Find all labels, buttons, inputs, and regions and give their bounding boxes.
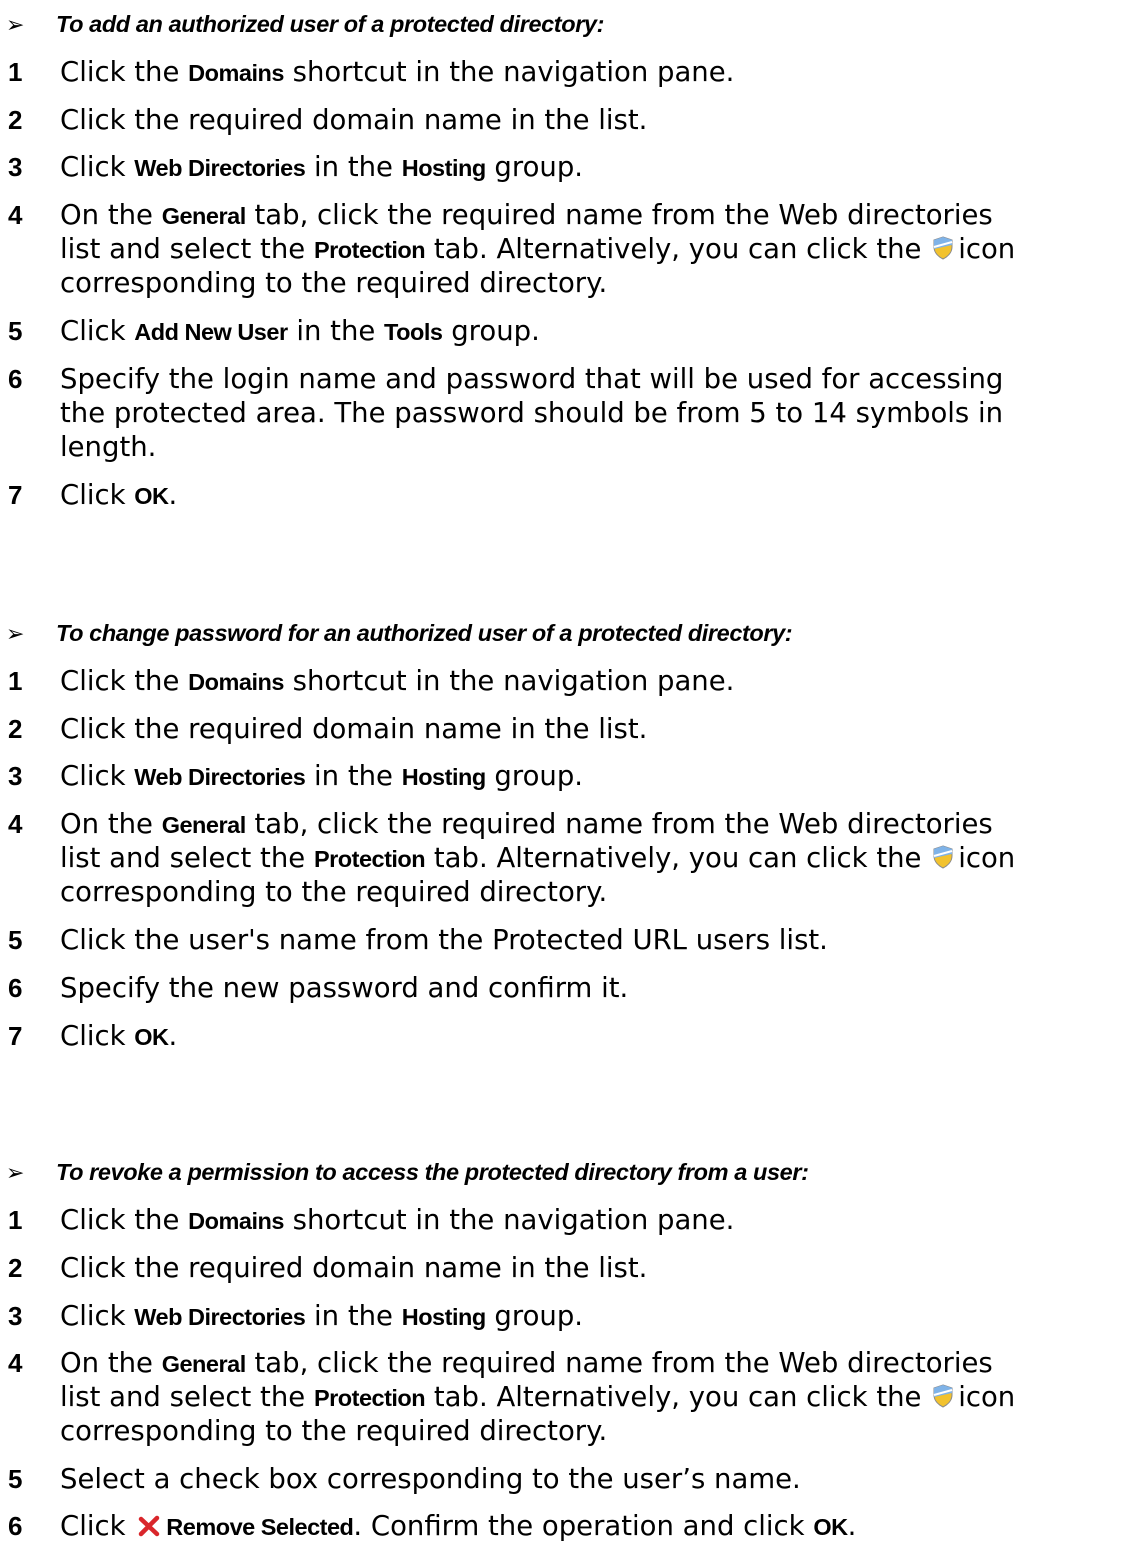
ui-term: General <box>161 812 247 838</box>
shield-icon <box>932 235 954 268</box>
step-text: Select a check box corresponding to the … <box>60 1463 801 1495</box>
ui-term: Protection <box>313 237 426 263</box>
step-text: corresponding to the required directory. <box>60 876 608 908</box>
step-text: On the General tab, click the required n… <box>60 1347 993 1379</box>
ui-term: Domains <box>188 60 284 86</box>
step-number: 7 <box>8 1021 23 1051</box>
ui-term: OK <box>134 483 169 509</box>
step-text: the protected area. The password should … <box>60 397 1004 429</box>
ui-term: Tools <box>384 319 443 345</box>
step-number: 6 <box>8 973 23 1003</box>
step-text: list and select the Protection tab. Alte… <box>60 233 1015 268</box>
step-number: 5 <box>8 1464 23 1494</box>
step-text: corresponding to the required directory. <box>60 267 608 299</box>
step-text: Specify the login name and password that… <box>60 363 1004 395</box>
step-text: Click Web Directories in the Hosting gro… <box>60 1300 584 1332</box>
step-number: 4 <box>8 809 23 839</box>
step-text: Click the user's name from the Protected… <box>60 924 828 956</box>
step-text: length. <box>60 431 157 463</box>
step-text: list and select the Protection tab. Alte… <box>60 842 1015 877</box>
shield-icon <box>932 844 954 877</box>
arrow-bullet-icon: ➢ <box>6 622 25 647</box>
ui-term: Hosting <box>401 1304 486 1330</box>
step-text: Click OK. <box>60 479 178 511</box>
step-text: Click the required domain name in the li… <box>60 1252 648 1284</box>
procedure-title: ➢ To add an authorized user of a protecte… <box>6 8 1140 42</box>
step-number: 7 <box>8 480 23 510</box>
ui-term: Web Directories <box>134 155 306 181</box>
step-text: Click the required domain name in the li… <box>60 104 648 136</box>
step-number: 3 <box>8 152 23 182</box>
step-text: list and select the Protection tab. Alte… <box>60 1381 1015 1416</box>
remove-x-icon <box>138 1512 160 1545</box>
step-number: 2 <box>8 1253 23 1283</box>
ui-term: Protection <box>313 846 426 872</box>
procedure-title: ➢ To change password for an authorized us… <box>6 617 1140 651</box>
arrow-bullet-icon: ➢ <box>6 13 25 38</box>
step-text: Click the Domains shortcut in the naviga… <box>60 56 735 88</box>
step-text: corresponding to the required directory. <box>60 1415 608 1447</box>
step-number: 6 <box>8 364 23 394</box>
procedure-title-text: To revoke a permission to access the pro… <box>56 1159 809 1185</box>
step-number: 5 <box>8 925 23 955</box>
step-number: 3 <box>8 1301 23 1331</box>
ui-term: Hosting <box>401 764 486 790</box>
ui-term: Hosting <box>401 155 486 181</box>
ui-term: General <box>161 1351 247 1377</box>
step-number: 1 <box>8 57 23 87</box>
ui-term: General <box>161 203 247 229</box>
ui-term: Protection <box>313 1385 426 1411</box>
step-text: Specify the new password and confirm it. <box>60 972 629 1004</box>
step-number: 6 <box>8 1511 23 1541</box>
ui-term: Web Directories <box>134 764 306 790</box>
shield-icon <box>932 1383 954 1416</box>
step-number: 1 <box>8 666 23 696</box>
ui-term: OK <box>134 1024 169 1050</box>
step-number: 4 <box>8 1348 23 1378</box>
step-text: Click OK. <box>60 1020 178 1052</box>
ui-term: Remove Selected <box>166 1514 354 1540</box>
step-text: On the General tab, click the required n… <box>60 808 993 840</box>
step-text: Click Add New User in the Tools group. <box>60 315 540 347</box>
step-text: Click the required domain name in the li… <box>60 713 648 745</box>
procedure-title-text: To add an authorized user of a protected… <box>56 11 605 37</box>
step-number: 2 <box>8 714 23 744</box>
step-text: Click the Domains shortcut in the naviga… <box>60 1204 735 1236</box>
procedure-title-text: To change password for an authorized use… <box>56 620 793 646</box>
step-number: 1 <box>8 1205 23 1235</box>
document-page: ➢ To add an authorized user of a protecte… <box>0 0 1140 1553</box>
ui-term: Domains <box>188 1208 284 1234</box>
step-text: Click Remove Selected. Confirm the opera… <box>60 1510 856 1545</box>
step-number: 3 <box>8 761 23 791</box>
arrow-bullet-icon: ➢ <box>6 1161 25 1186</box>
ui-term: Domains <box>188 669 284 695</box>
step-text: Click Web Directories in the Hosting gro… <box>60 151 584 183</box>
step-number: 4 <box>8 200 23 230</box>
procedure-title: ➢ To revoke a permission to access the pr… <box>6 1156 1140 1190</box>
step-number: 2 <box>8 105 23 135</box>
ui-term: Web Directories <box>134 1304 306 1330</box>
ui-term: Add New User <box>134 319 288 345</box>
step-text: Click the Domains shortcut in the naviga… <box>60 665 735 697</box>
ui-term: OK <box>813 1514 848 1540</box>
step-number: 5 <box>8 316 23 346</box>
step-text: On the General tab, click the required n… <box>60 199 993 231</box>
step-text: Click Web Directories in the Hosting gro… <box>60 760 584 792</box>
